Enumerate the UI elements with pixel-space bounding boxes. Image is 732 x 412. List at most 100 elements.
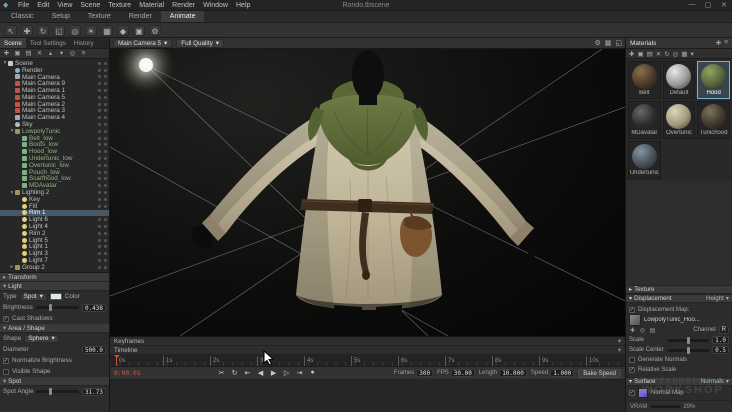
new-material-icon[interactable]: ✚ (629, 50, 634, 58)
lock-toggle[interactable] (104, 123, 107, 127)
generate-normals-checkbox[interactable] (629, 357, 635, 363)
workspace-tab[interactable]: Classic (2, 11, 43, 22)
lock-toggle[interactable] (104, 109, 107, 113)
add-light-icon[interactable]: ☀ (85, 24, 97, 36)
displacement-mode-select[interactable]: Height ▾ (706, 294, 729, 303)
Tunichood[interactable]: Tunichood (697, 101, 730, 139)
lock-toggle[interactable] (104, 245, 107, 249)
menu-item[interactable]: Edit (33, 0, 53, 11)
lock-toggle[interactable] (104, 116, 107, 120)
playhead[interactable] (114, 355, 120, 366)
lock-toggle[interactable] (104, 143, 107, 147)
play-icon[interactable]: ▶ (269, 369, 278, 377)
surface-mode-select[interactable]: Normals ▾ (701, 377, 729, 386)
sort-icon[interactable]: ▾ (691, 50, 694, 58)
viewport-grid-icon[interactable]: ▦ (605, 39, 612, 47)
scale-center-field[interactable]: 0.5 (712, 346, 729, 354)
visibility-toggle[interactable] (98, 245, 101, 249)
render-settings-icon[interactable]: ▣ (133, 24, 145, 36)
lock-toggle[interactable] (104, 197, 107, 201)
scale-center-slider[interactable] (668, 346, 710, 354)
workspace-tab[interactable]: Animate (160, 11, 205, 22)
menu-item[interactable]: Help (232, 0, 254, 11)
lock-toggle[interactable] (104, 136, 107, 140)
visibility-toggle[interactable] (98, 238, 101, 242)
visibility-toggle[interactable] (98, 191, 101, 195)
visibility-toggle[interactable] (98, 252, 101, 256)
panel-tab[interactable]: Tool Settings (26, 38, 70, 48)
visibility-toggle[interactable] (98, 129, 101, 133)
lock-toggle[interactable] (104, 184, 107, 188)
light-color-swatch[interactable] (49, 293, 62, 300)
visibility-toggle[interactable] (98, 75, 101, 79)
chevron-down-icon[interactable]: ▾ (618, 347, 621, 354)
tunic-model[interactable] (187, 50, 554, 336)
area-shape-section-header[interactable]: ▾ Area / Shape (0, 324, 109, 333)
normal-map-checkbox[interactable]: ✓ (629, 390, 635, 396)
lock-toggle[interactable] (104, 191, 107, 195)
library-icon[interactable]: ▦ (681, 50, 687, 58)
visibility-toggle[interactable] (98, 177, 101, 181)
timeline-field[interactable]: Frames 300 (394, 369, 434, 377)
menu-item[interactable]: File (14, 0, 33, 11)
visibility-toggle[interactable] (98, 150, 101, 154)
lock-toggle[interactable] (104, 238, 107, 242)
maximize-button[interactable]: ▢ (703, 1, 713, 9)
lock-toggle[interactable] (104, 231, 107, 235)
timeline-field[interactable]: Length 10.000 (479, 369, 527, 377)
lock-toggle[interactable] (104, 68, 107, 72)
lock-toggle[interactable] (104, 163, 107, 167)
menu-item[interactable]: Scene (76, 0, 104, 11)
visibility-toggle[interactable] (98, 211, 101, 215)
visibility-toggle[interactable] (98, 204, 101, 208)
search-icon[interactable]: ◎ (639, 327, 646, 334)
viewport-canvas[interactable] (110, 49, 625, 336)
visibility-toggle[interactable] (98, 95, 101, 99)
menu-item[interactable]: Material (135, 0, 168, 11)
lock-toggle[interactable] (104, 170, 107, 174)
menu-item[interactable]: Window (199, 0, 232, 11)
go-end-icon[interactable]: ⇥ (295, 369, 304, 377)
lock-toggle[interactable] (104, 61, 107, 65)
select-tool-icon[interactable]: ↖ (5, 24, 17, 36)
timeline-ruler[interactable]: 0s 1s 2s 3s 4s 5s 6s 7s 8s 9s 10s (110, 355, 625, 367)
lock-toggle[interactable] (104, 225, 107, 229)
spot-angle-slider[interactable] (36, 388, 79, 395)
shape-select[interactable]: Sphere ▾ (24, 334, 59, 343)
workspace-tab[interactable]: Render (120, 11, 161, 22)
delete-icon[interactable]: ✕ (35, 49, 44, 58)
visibility-toggle[interactable] (98, 82, 101, 86)
lock-toggle[interactable] (104, 177, 107, 181)
camera-selector[interactable]: Main Camera 5 ▾ (113, 38, 173, 48)
normal-map-thumbnail[interactable] (638, 388, 648, 398)
lock-toggle[interactable] (104, 89, 107, 93)
menu-item[interactable]: Render (168, 0, 199, 11)
tree-item[interactable]: ▸ Group 2 (0, 264, 109, 271)
next-frame-icon[interactable]: ▷ (282, 369, 291, 377)
zoom-in-icon[interactable]: ✚ (629, 327, 636, 334)
brightness-slider[interactable] (35, 304, 79, 311)
chevron-down-icon[interactable]: ▾ (618, 338, 621, 345)
bake-speed-button[interactable]: Bake Speed (578, 368, 621, 378)
cast-shadows-checkbox[interactable]: ✓ (3, 315, 9, 322)
new-folder-icon[interactable]: ▣ (637, 50, 643, 58)
menu-item[interactable]: View (53, 0, 76, 11)
displacement-section-header[interactable]: ▾ Displacement Height ▾ (626, 294, 732, 303)
move-down-icon[interactable]: ▾ (57, 49, 66, 58)
menu-item[interactable]: Texture (104, 0, 135, 11)
lock-toggle[interactable] (104, 218, 107, 222)
add-material-icon[interactable]: ◆ (117, 24, 129, 36)
scene-tree[interactable]: ▾ Scene Render Main Camera Main Camera 9… (0, 59, 109, 272)
new-material-icon[interactable]: ✚ (716, 39, 721, 47)
visibility-toggle[interactable] (98, 143, 101, 147)
keyframes-track[interactable]: Keyframes ▾ (110, 337, 625, 346)
lock-toggle[interactable] (104, 252, 107, 256)
visibility-toggle[interactable] (98, 136, 101, 140)
texture-section-header[interactable]: ▸ Texture (626, 285, 732, 294)
visibility-toggle[interactable] (98, 184, 101, 188)
scale-field[interactable]: 1.0 (712, 336, 729, 344)
scale-tool-icon[interactable]: ◱ (53, 24, 65, 36)
displacement-map-thumbnail[interactable] (629, 314, 641, 326)
workspace-tab[interactable]: Texture (79, 11, 120, 22)
surface-section-header[interactable]: ▾ Surface Normals ▾ (626, 377, 732, 386)
